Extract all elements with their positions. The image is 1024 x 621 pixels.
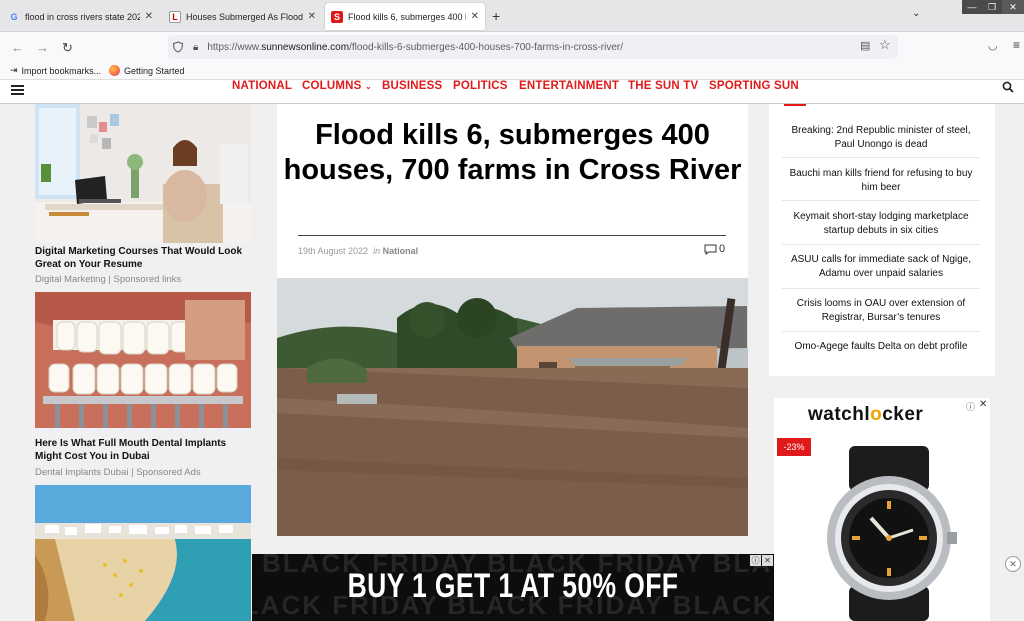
article-category[interactable]: National	[383, 246, 419, 256]
close-icon[interactable]: ✕	[308, 11, 316, 22]
forward-icon[interactable]: →	[36, 40, 49, 55]
bookmarks-toolbar: ⇥ Import bookmarks... Getting Started	[0, 62, 1024, 80]
minimize-icon[interactable]: —	[962, 0, 982, 14]
sponsored-image-beach[interactable]	[35, 485, 251, 621]
sponsored-image-dental[interactable]	[35, 292, 251, 434]
tab-title: Houses Submerged As Flood Wrec	[186, 11, 303, 22]
sponsored-title[interactable]: Here Is What Full Mouth Dental Implants …	[35, 437, 251, 463]
chevron-down-icon[interactable]: ⌄	[912, 8, 920, 19]
section-accent	[784, 104, 806, 106]
close-icon[interactable]: ✕	[145, 11, 153, 22]
close-icon[interactable]: ✕	[762, 555, 773, 566]
page-content: Digital Marketing Courses That Would Loo…	[0, 104, 1024, 621]
banner-headline: BUY 1 GET 1 AT 50% OFF	[347, 567, 679, 605]
bookmark-import[interactable]: ⇥ Import bookmarks...	[10, 65, 101, 76]
article-hero-image	[277, 278, 748, 536]
discount-badge: -23%	[777, 438, 811, 456]
nav-national[interactable]: NATIONAL	[232, 80, 292, 92]
comment-count: 0	[719, 243, 726, 255]
close-icon[interactable]: ✕	[471, 11, 479, 22]
reader-view-icon[interactable]: ▤	[860, 39, 870, 52]
sponsored-image-office[interactable]	[35, 104, 251, 243]
watchlocker-logo: watchlocker	[808, 404, 924, 425]
bookmark-label: Getting Started	[124, 65, 185, 76]
bookmark-star-icon[interactable]: ☆	[879, 37, 891, 53]
site-menu-icon[interactable]	[11, 85, 24, 95]
address-bar[interactable]: 🔒︎ https://www.sunnewsonline.com/flood-k…	[168, 35, 898, 59]
comments-link[interactable]: 0	[704, 243, 725, 255]
import-icon: ⇥	[10, 65, 18, 75]
pocket-icon[interactable]: ◡	[988, 39, 998, 52]
close-icon[interactable]: ✕	[1005, 556, 1021, 572]
hamburger-menu-icon[interactable]: ≡	[1013, 38, 1020, 52]
close-icon[interactable]: ✕	[979, 399, 987, 410]
restore-icon[interactable]: ❐	[982, 0, 1002, 14]
article-card: Flood kills 6, submerges 400 houses, 700…	[277, 104, 748, 536]
news-item[interactable]: Omo-Agege faults Delta on debt profile	[782, 340, 980, 354]
back-icon[interactable]: ←	[11, 40, 24, 55]
bookmark-getting-started[interactable]: Getting Started	[109, 65, 185, 76]
lock-icon[interactable]: 🔒︎	[193, 42, 198, 53]
ad-info-icon[interactable]: ⓘ	[966, 400, 975, 413]
news-item[interactable]: Breaking: 2nd Republic minister of steel…	[782, 124, 980, 152]
divider	[782, 331, 980, 332]
shield-icon[interactable]	[172, 41, 184, 53]
google-icon: G	[10, 11, 18, 22]
nav-politics[interactable]: POLITICS	[453, 80, 508, 92]
article-headline: Flood kills 6, submerges 400 houses, 700…	[283, 119, 742, 186]
divider	[782, 288, 980, 289]
nav-columns[interactable]: COLUMNS ⌄	[302, 80, 372, 92]
search-icon[interactable]	[1002, 81, 1014, 93]
news-item[interactable]: Crisis looms in OAU over extension of Re…	[782, 297, 980, 325]
divider	[782, 200, 980, 201]
sponsored-title[interactable]: Digital Marketing Courses That Would Loo…	[35, 245, 251, 271]
tab-houses-submerged[interactable]: L Houses Submerged As Flood Wrec ✕	[163, 3, 322, 30]
tab-title: flood in cross rivers state 2022 - Go	[25, 11, 140, 22]
article-meta: 19th August 2022 in National	[298, 246, 418, 256]
sponsored-source[interactable]: Dental Implants Dubai | Sponsored Ads	[35, 467, 201, 478]
url-text[interactable]: https://www.sunnewsonline.com/flood-kill…	[207, 42, 623, 53]
reload-icon[interactable]: ↻	[62, 40, 73, 56]
article-date: 19th August 2022	[298, 246, 369, 256]
nav-entertainment[interactable]: ENTERTAINMENT	[519, 80, 619, 92]
navigation-toolbar: ← → ↻ 🔒︎ https://www.sunnewsonline.com/f…	[0, 32, 1024, 62]
firefox-icon	[109, 65, 120, 76]
new-tab-icon[interactable]: +	[492, 8, 500, 24]
latest-news-sidebar: Breaking: 2nd Republic minister of steel…	[769, 104, 995, 376]
comment-icon	[704, 244, 717, 255]
divider	[782, 244, 980, 245]
site-navigation: NATIONAL COLUMNS ⌄ BUSINESS POLITICS ENT…	[0, 80, 1024, 104]
divider	[298, 235, 726, 236]
watch-image	[827, 446, 957, 621]
tab-google-search[interactable]: G flood in cross rivers state 2022 - Go …	[2, 3, 159, 30]
tab-title: Flood kills 6, submerges 400 hous	[348, 11, 466, 22]
sun-icon: S	[331, 10, 343, 23]
ad-info-icon[interactable]: ⓘ	[750, 555, 761, 566]
news-item[interactable]: ASUU calls for immediate sack of Ngige, …	[782, 253, 980, 281]
divider	[782, 157, 980, 158]
chevron-down-icon: ⌄	[364, 82, 372, 91]
nav-business[interactable]: BUSINESS	[382, 80, 442, 92]
news-item[interactable]: Keymait short-stay lodging marketplace s…	[782, 210, 980, 238]
tab-bar: G flood in cross rivers state 2022 - Go …	[0, 0, 1024, 32]
watch-ad[interactable]: watchlocker ⓘ ✕ -23%	[774, 398, 990, 621]
sponsored-source[interactable]: Digital Marketing | Sponsored links	[35, 274, 181, 285]
close-window-icon[interactable]: ✕	[1002, 0, 1024, 14]
tab-flood-kills[interactable]: S Flood kills 6, submerges 400 hous ✕	[325, 3, 485, 30]
bookmark-label: Import bookmarks...	[21, 65, 102, 76]
leadership-icon: L	[169, 10, 181, 23]
nav-the-sun-tv[interactable]: THE SUN TV	[628, 80, 698, 92]
news-item[interactable]: Bauchi man kills friend for refusing to …	[782, 167, 980, 195]
nav-sporting-sun[interactable]: SPORTING SUN	[709, 80, 799, 92]
black-friday-banner[interactable]: BLACK FRIDAY BLACK FRIDAY BLACK FRIDAY B…	[252, 554, 774, 621]
in-label: in	[373, 246, 381, 256]
